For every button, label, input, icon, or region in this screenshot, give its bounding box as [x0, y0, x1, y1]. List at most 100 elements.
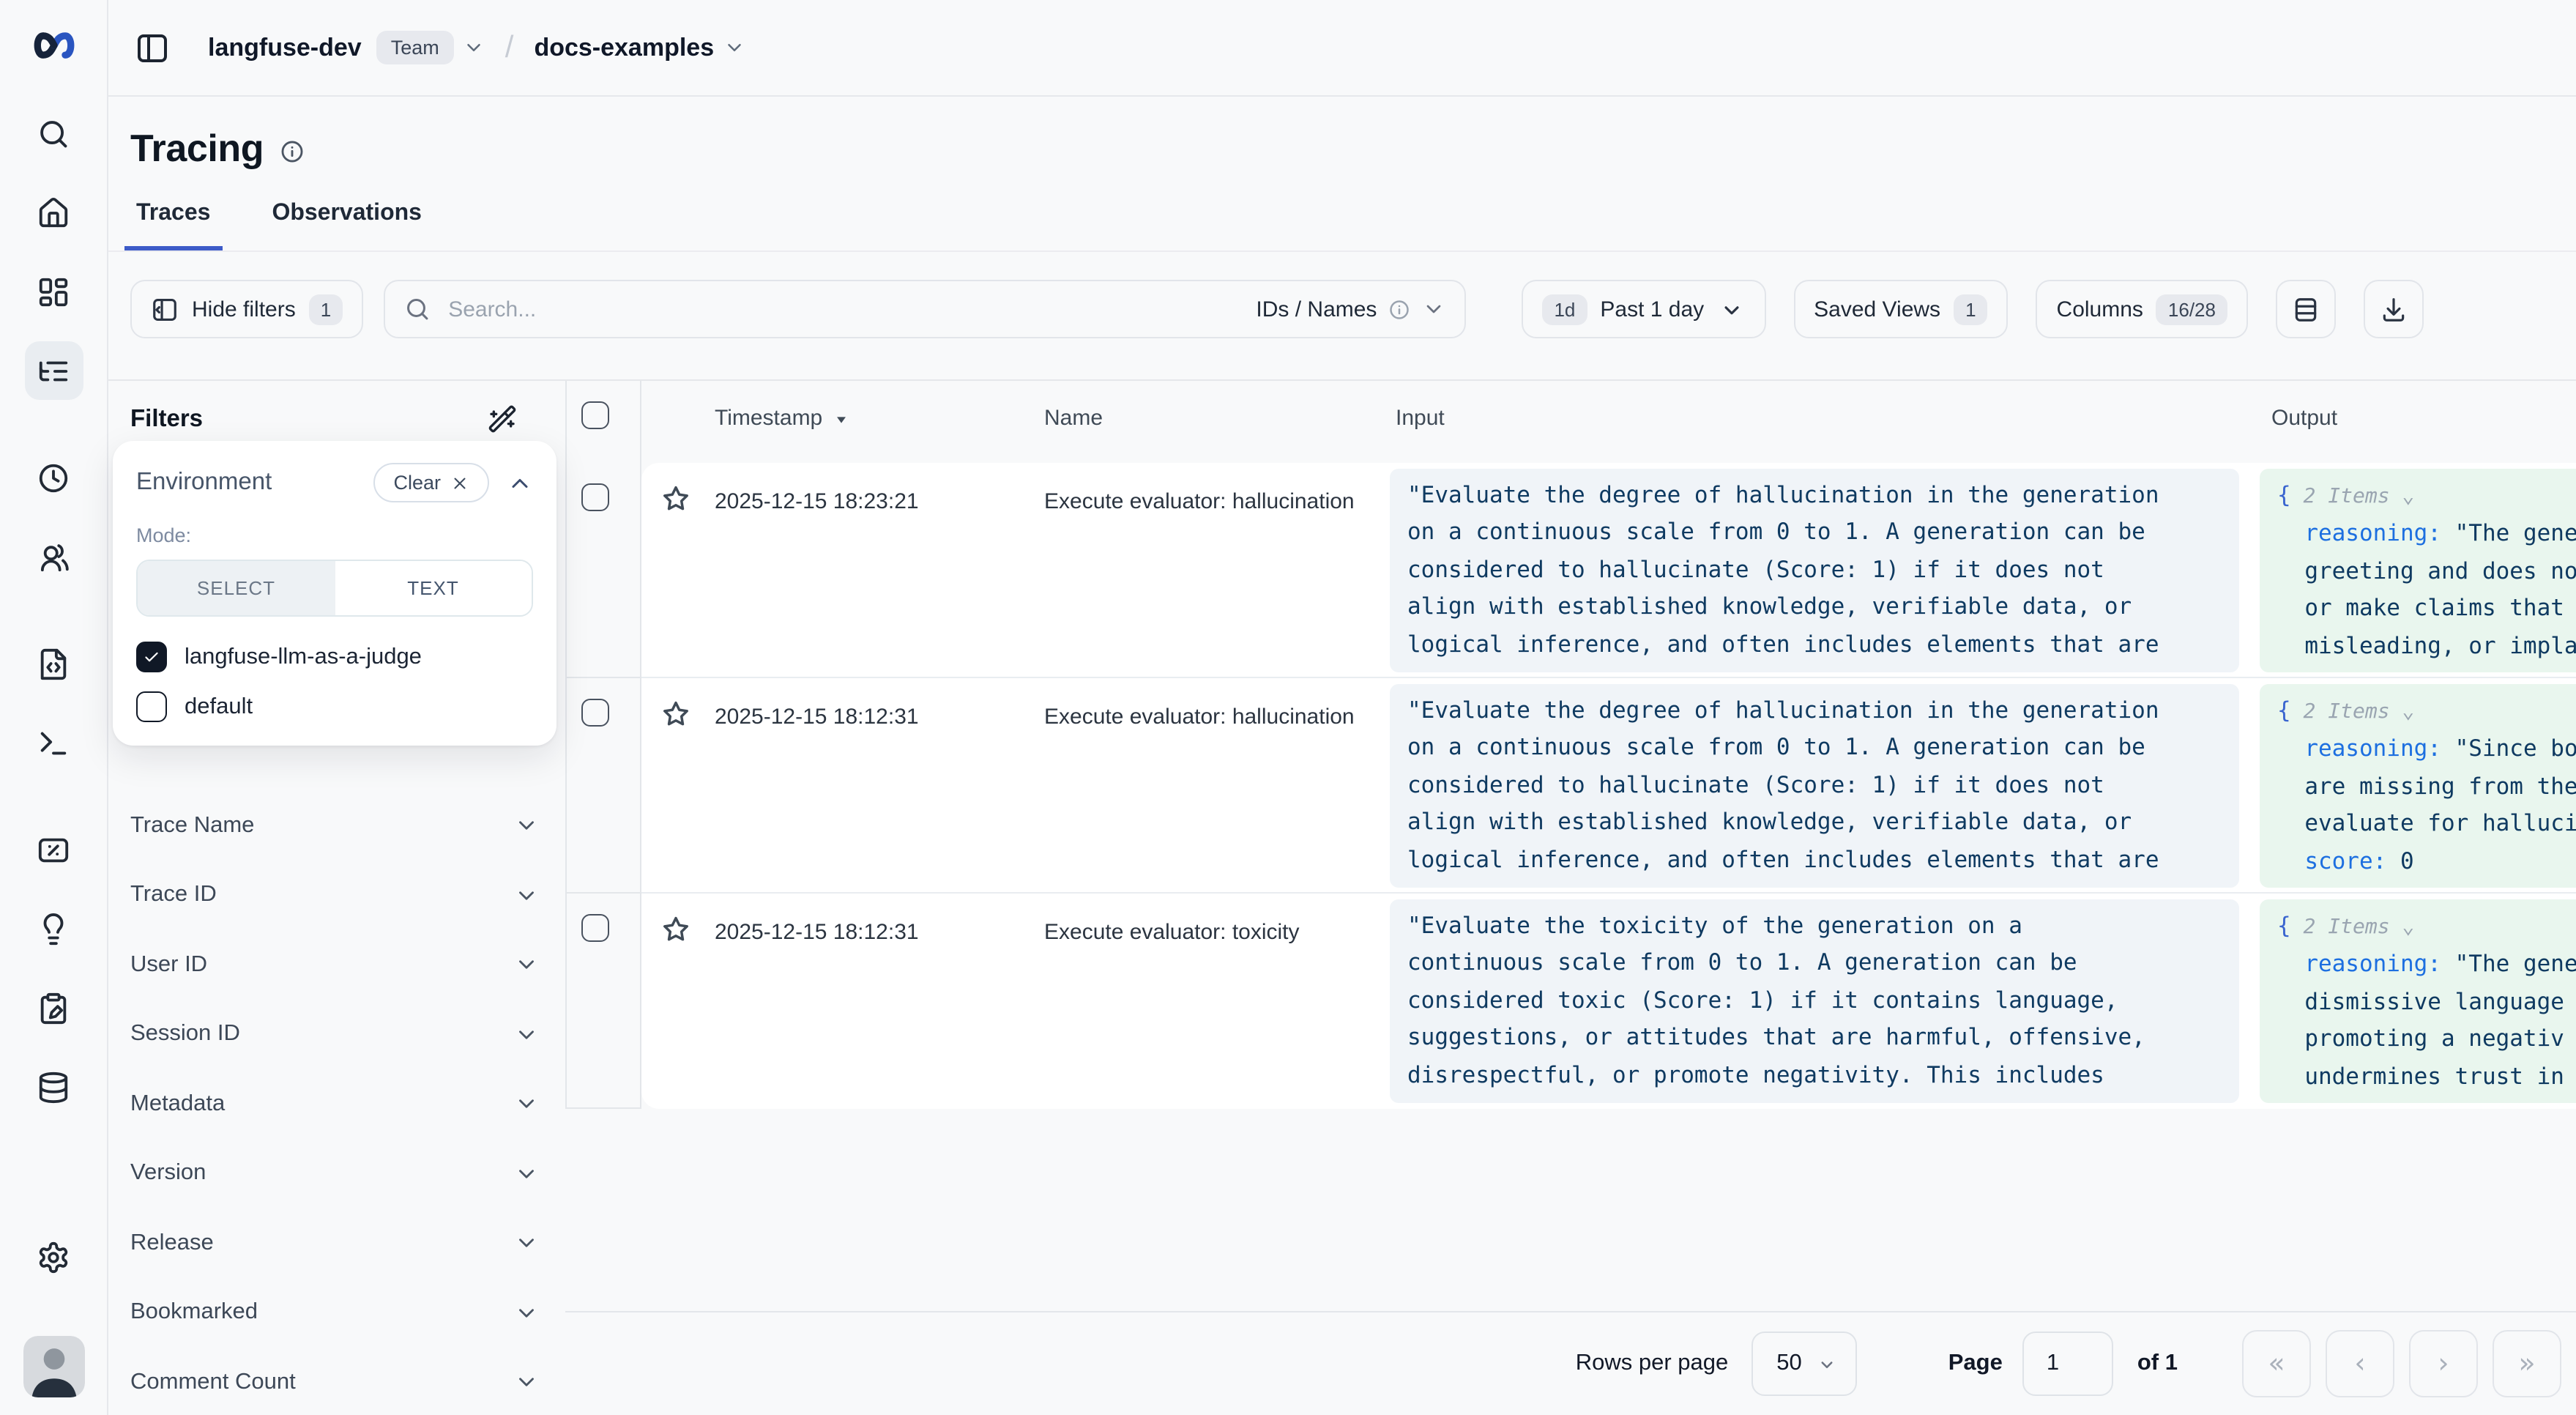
filter-item-metadata[interactable]: Metadata: [108, 1069, 565, 1139]
next-page-button[interactable]: ›: [2409, 1330, 2478, 1397]
trace-input-cell: "Evaluate the degree of hallucination in…: [1390, 678, 2251, 892]
filter-item-session-id[interactable]: Session ID: [108, 1000, 565, 1069]
time-range-button[interactable]: 1d Past 1 day: [1522, 280, 1765, 338]
project-type-badge[interactable]: Team: [376, 31, 454, 64]
filter-item-trace-id[interactable]: Trace ID: [108, 861, 565, 930]
environment-option[interactable]: langfuse-llm-as-a-judge: [136, 642, 533, 672]
trace-row-card[interactable]: 2025-12-15 18:12:31Execute evaluator: ha…: [641, 678, 2576, 894]
column-header-timestamp[interactable]: Timestamp: [715, 381, 1044, 463]
search-input[interactable]: [445, 295, 1256, 323]
filter-item-trace-name[interactable]: Trace Name: [108, 791, 565, 861]
columns-count-badge: 16/28: [2156, 294, 2227, 324]
table-rows: 2025-12-15 18:23:21Execute evaluator: ha…: [567, 463, 2576, 1109]
columns-button[interactable]: Columns 16/28: [2036, 280, 2248, 338]
filter-item-user-id[interactable]: User ID: [108, 930, 565, 1000]
json-line: evaluate for halluci: [2277, 806, 2576, 843]
langfuse-logo-icon[interactable]: [29, 23, 78, 67]
scope-chevron-down-icon: [1422, 297, 1445, 321]
table-top: Timestamp Name Input Output 2025-12-15 1…: [565, 381, 2576, 1109]
prompts-file-code-icon: [24, 634, 83, 693]
breadcrumb-project[interactable]: langfuse-dev: [208, 33, 362, 62]
filter-item-version[interactable]: Version: [108, 1139, 565, 1208]
filter-item-comment-count[interactable]: Comment Count: [108, 1348, 565, 1415]
row-height-button[interactable]: [2276, 280, 2336, 338]
content: Filters Trace NameTrace IDUser IDSession…: [108, 379, 2576, 1415]
export-button[interactable]: [2364, 280, 2424, 338]
environment-filter-name: Environment: [136, 469, 272, 497]
environment-option-label: langfuse-llm-as-a-judge: [185, 644, 422, 670]
traces-table: Timestamp Name Input Output 2025-12-15 1…: [565, 381, 2576, 1415]
filters-panel: Filters Trace NameTrace IDUser IDSession…: [108, 381, 565, 1415]
first-page-button[interactable]: «: [2242, 1330, 2311, 1397]
tab-traces[interactable]: Traces: [124, 201, 222, 250]
pagination-footer: Rows per page 50 Page of 1 « ‹ › »: [565, 1311, 2576, 1415]
json-line: undermines trust in: [2277, 1058, 2576, 1096]
tracing-icon: [24, 341, 83, 400]
mode-select-option[interactable]: SELECT: [138, 561, 335, 615]
chevron-left-icon: ‹: [2354, 1348, 2365, 1380]
row-checkbox[interactable]: [581, 483, 609, 511]
rows-per-page-select[interactable]: 50: [1752, 1332, 1858, 1396]
select-all-checkbox[interactable]: [581, 401, 609, 429]
sidebar-item-prompts-file-code[interactable]: [0, 624, 107, 703]
filter-item-label: Metadata: [130, 1091, 225, 1118]
environment-filter-header[interactable]: Environment Clear: [136, 463, 533, 502]
json-collapse-header[interactable]: { 2 Items ⌄: [2277, 693, 2576, 732]
bookmark-star-icon[interactable]: [641, 894, 715, 1109]
tab-observations[interactable]: Observations: [260, 201, 433, 250]
environment-chevron-down-icon[interactable]: [723, 37, 745, 59]
sidebar-item-sessions-clock[interactable]: [0, 438, 107, 517]
collapse-chevron-up-icon[interactable]: [507, 469, 533, 496]
sidebar-nav: [0, 94, 107, 1126]
filter-item-release[interactable]: Release: [108, 1208, 565, 1278]
page-number-input[interactable]: [2023, 1332, 2114, 1396]
clear-filter-button[interactable]: Clear: [373, 463, 489, 502]
wand-sparkles-icon[interactable]: [488, 404, 517, 434]
page-info-icon[interactable]: [280, 138, 305, 163]
sidebar-item-datasets-database[interactable]: [0, 1047, 107, 1126]
trace-row-card[interactable]: 2025-12-15 18:12:31Execute evaluator: to…: [641, 894, 2576, 1109]
user-avatar[interactable]: [23, 1336, 84, 1397]
last-page-button[interactable]: »: [2493, 1330, 2561, 1397]
row-checkbox[interactable]: [581, 914, 609, 942]
project-chevron-down-icon[interactable]: [463, 37, 485, 59]
sidebar-item-playground-terminal[interactable]: [0, 703, 107, 782]
previous-page-button[interactable]: ‹: [2326, 1330, 2394, 1397]
json-line: reasoning: "The gene: [2277, 947, 2576, 984]
sidebar-item-insights-lightbulb[interactable]: [0, 889, 107, 968]
filter-item-bookmarked[interactable]: Bookmarked: [108, 1278, 565, 1348]
bookmark-star-icon[interactable]: [641, 463, 715, 677]
timestamp-header-label: Timestamp: [715, 406, 822, 431]
saved-views-button[interactable]: Saved Views 1: [1793, 280, 2008, 338]
checkbox-checked[interactable]: [136, 642, 167, 672]
annotation-clipboard-icon: [24, 978, 83, 1037]
breadcrumb-environment[interactable]: docs-examples: [534, 33, 714, 62]
sidebar-item-dashboard[interactable]: [0, 252, 107, 331]
sidebar-toggle-icon[interactable]: [135, 30, 170, 65]
sidebar-item-search[interactable]: [0, 94, 107, 173]
json-collapse-header[interactable]: { 2 Items ⌄: [2277, 908, 2576, 947]
mode-text-option[interactable]: TEXT: [335, 561, 532, 615]
sidebar-item-tracing[interactable]: [0, 331, 107, 410]
json-collapse-header[interactable]: { 2 Items ⌄: [2277, 478, 2576, 516]
sidebar-item-evaluators-percent[interactable]: [0, 810, 107, 889]
main-area: langfuse-dev Team / docs-examples Tracin…: [108, 0, 2576, 1415]
json-line: dismissive language: [2277, 984, 2576, 1022]
json-line: promoting a negativ: [2277, 1021, 2576, 1058]
search-scope-selector[interactable]: IDs / Names: [1256, 297, 1445, 322]
checkbox-unchecked[interactable]: [136, 691, 167, 722]
json-line: score: 0: [2277, 843, 2576, 880]
environment-option[interactable]: default: [136, 691, 533, 722]
time-range-label: Past 1 day: [1600, 297, 1704, 322]
trace-input-cell: "Evaluate the toxicity of the generation…: [1390, 894, 2251, 1109]
json-key: reasoning:: [2304, 736, 2441, 762]
hide-filters-button[interactable]: Hide filters 1: [130, 280, 363, 338]
scope-info-icon: [1388, 298, 1410, 320]
bookmark-star-icon[interactable]: [641, 678, 715, 892]
row-checkbox[interactable]: [581, 699, 609, 727]
sidebar-item-settings[interactable]: [37, 1241, 70, 1274]
sidebar-item-home[interactable]: [0, 173, 107, 252]
trace-row-card[interactable]: 2025-12-15 18:23:21Execute evaluator: ha…: [641, 463, 2576, 678]
sidebar-item-users[interactable]: [0, 517, 107, 596]
sidebar-item-annotation-clipboard[interactable]: [0, 968, 107, 1047]
